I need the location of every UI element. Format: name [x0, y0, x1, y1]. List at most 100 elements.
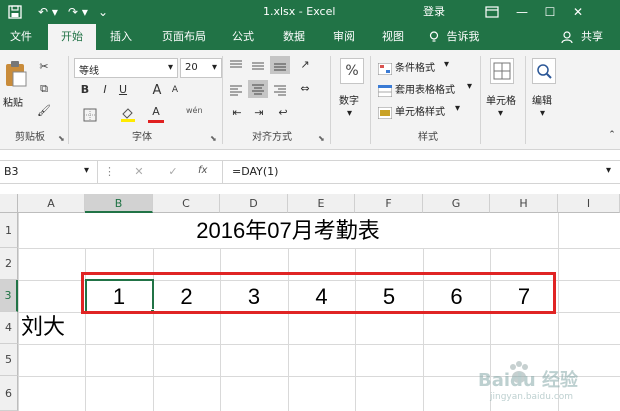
increase-indent-icon[interactable]: ⇥	[250, 106, 268, 119]
fill-color-icon[interactable]	[118, 106, 138, 125]
row-header[interactable]: 6	[0, 376, 18, 411]
format-painter-icon[interactable]: 🖌	[36, 104, 52, 117]
formula-bar: B3 ▾ ⋮ ✕ ✓ fx =DAY(1) ▾	[0, 150, 620, 194]
tab-home[interactable]: 开始	[48, 24, 96, 50]
font-name-select[interactable]: 等线 ▾	[74, 58, 178, 78]
chevron-down-icon: ▾	[467, 81, 473, 92]
lightbulb-icon	[428, 24, 440, 50]
clipboard-group-label: 剪贴板	[15, 132, 45, 143]
tab-data[interactable]: 数据	[273, 24, 315, 50]
font-launcher-icon[interactable]: ⬊	[210, 134, 217, 143]
column-header[interactable]: I	[558, 194, 620, 213]
cancel-icon[interactable]: ✕	[132, 165, 146, 178]
row-header[interactable]: 2	[0, 248, 18, 280]
baidu-watermark: Baidu 经验 jingyan.baidu.com	[478, 360, 618, 408]
borders-icon[interactable]	[78, 108, 102, 125]
ribbon-display-options-icon[interactable]	[478, 0, 506, 24]
table-format-button[interactable]: 套用表格格式	[395, 81, 455, 96]
excel-window: ↶ ▾ ↷ ▾ ⌄ 1.xlsx - Excel 登录 — ☐ ✕ 文件 开始 …	[0, 0, 620, 411]
name-box[interactable]: B3 ▾	[0, 161, 98, 183]
row-header[interactable]: 4	[0, 312, 18, 344]
select-all-button[interactable]	[0, 194, 18, 213]
minimize-icon[interactable]: —	[508, 0, 536, 24]
maximize-icon[interactable]: ☐	[536, 0, 564, 24]
window-title: 1.xlsx - Excel	[263, 5, 336, 18]
separator	[330, 56, 331, 144]
formula-bar-grip-icon: ⋮	[104, 165, 115, 178]
column-header[interactable]: A	[18, 194, 85, 213]
editing-button[interactable]: 编辑	[532, 92, 552, 107]
separator	[222, 56, 223, 144]
font-color-button[interactable]: A	[148, 105, 164, 118]
tab-view[interactable]: 视图	[372, 24, 414, 50]
row-header[interactable]: 1	[0, 213, 18, 248]
tab-review[interactable]: 审阅	[323, 24, 365, 50]
underline-button[interactable]: U	[116, 83, 130, 96]
login-link[interactable]: 登录	[423, 0, 445, 24]
enter-icon[interactable]: ✓	[166, 165, 180, 178]
wrap-text-icon[interactable]: ↩	[274, 106, 292, 119]
tell-me-search[interactable]: 告诉我	[442, 24, 484, 50]
align-center-icon[interactable]	[248, 80, 268, 98]
styles-group-label: 样式	[418, 132, 438, 143]
cut-icon[interactable]: ✂	[36, 60, 52, 73]
tab-page-layout[interactable]: 页面布局	[150, 24, 218, 50]
column-header[interactable]: H	[490, 194, 558, 213]
row-header[interactable]: 3	[0, 280, 18, 312]
cell-a4[interactable]: 刘大	[21, 312, 65, 344]
cells-icon[interactable]	[490, 58, 514, 84]
merge-center-icon[interactable]: ⇔	[294, 82, 316, 95]
watermark-url: jingyan.baidu.com	[490, 392, 574, 402]
copy-icon[interactable]: ⧉	[36, 82, 52, 96]
clipboard-launcher-icon[interactable]: ⬊	[58, 134, 65, 143]
row-header[interactable]: 5	[0, 344, 18, 376]
save-icon[interactable]	[6, 3, 24, 21]
redo-icon[interactable]: ↷ ▾	[66, 3, 90, 21]
grow-font-button[interactable]: A	[150, 83, 164, 98]
tab-file[interactable]: 文件	[0, 24, 42, 50]
ribbon-home: 粘贴 ✂ ⧉ 🖌 剪贴板 ⬊ 等线 ▾ 20 ▾ B I U A A A wén…	[0, 50, 620, 150]
column-header[interactable]: D	[220, 194, 288, 213]
tab-insert[interactable]: 插入	[100, 24, 142, 50]
customize-quick-access-icon[interactable]: ⌄	[96, 3, 110, 21]
close-icon[interactable]: ✕	[564, 0, 592, 24]
align-top-icon[interactable]	[228, 58, 244, 77]
align-bottom-icon[interactable]	[270, 56, 290, 74]
number-format-button[interactable]: 数字	[339, 92, 359, 107]
share-button[interactable]: 共享	[576, 24, 608, 50]
align-right-icon[interactable]	[272, 82, 288, 101]
paste-icon[interactable]	[4, 60, 30, 90]
separator	[370, 56, 371, 144]
chevron-down-icon: ▾	[455, 103, 461, 114]
alignment-launcher-icon[interactable]: ⬊	[318, 134, 325, 143]
ribbon-tabs: 文件 开始 插入 页面布局 公式 数据 审阅 视图 告诉我 共享	[0, 24, 620, 50]
align-middle-icon[interactable]	[250, 58, 266, 77]
column-header[interactable]: B	[85, 194, 153, 213]
conditional-format-button[interactable]: 条件格式	[395, 59, 435, 74]
bold-button[interactable]: B	[78, 83, 92, 96]
paste-label[interactable]: 粘贴	[3, 94, 23, 109]
chevron-down-icon[interactable]: ▾	[606, 165, 611, 176]
decrease-indent-icon[interactable]: ⇤	[228, 106, 246, 119]
column-header[interactable]: C	[153, 194, 220, 213]
column-header[interactable]: G	[423, 194, 490, 213]
align-left-icon[interactable]	[228, 82, 244, 101]
alignment-group-label: 对齐方式	[252, 132, 292, 143]
formula-input[interactable]: =DAY(1)	[232, 165, 278, 178]
font-size-select[interactable]: 20 ▾	[180, 58, 222, 78]
cell-styles-button[interactable]: 单元格样式	[395, 103, 445, 118]
insert-function-button[interactable]: fx	[198, 165, 207, 176]
cells-button[interactable]: 单元格	[486, 92, 516, 107]
find-icon[interactable]	[532, 58, 556, 84]
undo-icon[interactable]: ↶ ▾	[36, 3, 60, 21]
column-header[interactable]: F	[355, 194, 423, 213]
phonetic-button[interactable]: wén	[186, 106, 203, 115]
sheet-title-cell[interactable]: 2016年07月考勤表	[18, 213, 558, 248]
column-header[interactable]: E	[288, 194, 355, 213]
percent-icon[interactable]: %	[340, 58, 364, 84]
shrink-font-button[interactable]: A	[168, 85, 182, 95]
italic-button[interactable]: I	[98, 83, 112, 96]
orientation-icon[interactable]: ↗	[296, 58, 314, 71]
tab-formulas[interactable]: 公式	[222, 24, 264, 50]
collapse-ribbon-icon[interactable]: ⌃	[606, 130, 618, 140]
